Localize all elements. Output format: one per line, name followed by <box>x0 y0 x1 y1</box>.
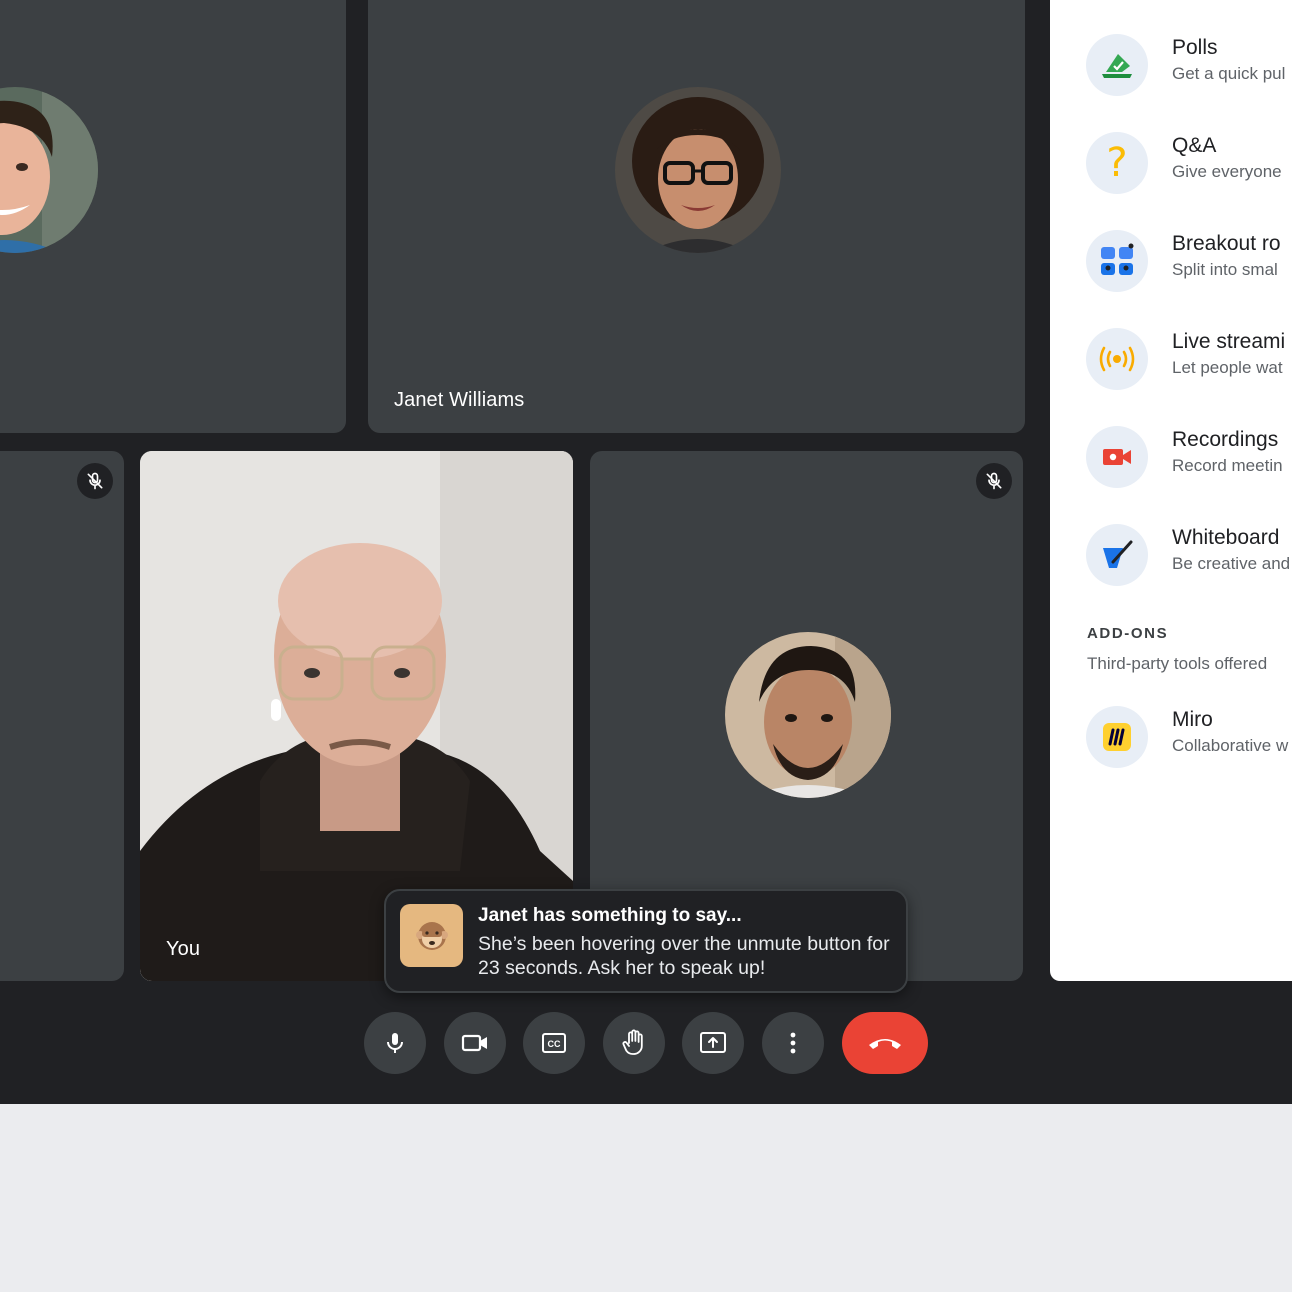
addon-item-miro[interactable]: Miro Collaborative w <box>1086 706 1292 770</box>
activity-title: Whiteboard <box>1172 526 1280 549</box>
activity-subtitle: Record meetin <box>1172 456 1283 475</box>
muted-mic-icon <box>976 463 1012 499</box>
present-button[interactable] <box>682 1012 744 1074</box>
live-stream-icon <box>1086 328 1148 390</box>
whiteboard-icon <box>1086 524 1148 586</box>
breakout-rooms-icon <box>1086 230 1148 292</box>
participant-avatar-janet <box>615 87 781 253</box>
notification-body: She’s been hovering over the unmute butt… <box>478 933 890 979</box>
microphone-button[interactable] <box>364 1012 426 1074</box>
more-options-button[interactable] <box>762 1012 824 1074</box>
activity-subtitle: Get a quick pul <box>1172 64 1286 83</box>
monkey-emoji-icon <box>400 904 463 967</box>
activity-subtitle: Be creative and <box>1172 554 1291 573</box>
notification-title: Janet has something to say... <box>478 905 742 926</box>
participant-tile-janet[interactable]: Janet Williams <box>368 0 1025 433</box>
addon-subtitle: Collaborative w <box>1172 736 1289 755</box>
camera-button[interactable] <box>444 1012 506 1074</box>
activity-title: Q&A <box>1172 134 1217 157</box>
miro-icon <box>1086 706 1148 768</box>
addons-heading: ADD-ONS <box>1087 625 1169 642</box>
activity-subtitle: Give everyone <box>1172 162 1282 181</box>
addon-title: Miro <box>1172 708 1213 731</box>
closed-captions-icon: CC <box>542 1033 566 1053</box>
mic-icon <box>387 1033 403 1053</box>
leave-call-button[interactable] <box>842 1012 928 1074</box>
participant-name-you: You <box>166 938 201 960</box>
muted-mic-icon <box>77 463 113 499</box>
hand-icon <box>622 1029 643 1055</box>
participant-avatar <box>0 87 98 253</box>
more-vert-icon <box>790 1032 796 1054</box>
activity-subtitle: Split into smal <box>1172 260 1278 279</box>
polls-icon <box>1086 34 1148 96</box>
present-screen-icon <box>700 1032 726 1053</box>
addons-subtitle: Third-party tools offered <box>1087 654 1268 673</box>
activity-item-qa[interactable]: ? Q&A Give everyone <box>1086 132 1292 196</box>
activity-item-breakout[interactable]: Breakout ro Split into smal <box>1086 230 1292 294</box>
activity-item-whiteboard[interactable]: Whiteboard Be creative and <box>1086 524 1292 588</box>
raise-hand-button[interactable] <box>603 1012 665 1074</box>
activity-title: Breakout ro <box>1172 232 1281 255</box>
participant-tile[interactable] <box>0 0 346 433</box>
activity-item-live-streaming[interactable]: Live streami Let people wat <box>1086 328 1292 392</box>
svg-text:CC: CC <box>548 1039 561 1049</box>
question-icon: ? <box>1086 132 1148 194</box>
activity-title: Live streami <box>1172 330 1286 353</box>
activity-title: Recordings <box>1172 428 1279 451</box>
participant-avatar <box>725 632 891 798</box>
activity-item-recordings[interactable]: Recordings Record meetin <box>1086 426 1292 490</box>
recording-icon <box>1086 426 1148 488</box>
page-background <box>0 1104 1292 1292</box>
activity-subtitle: Let people wat <box>1172 358 1283 377</box>
captions-button[interactable]: CC <box>523 1012 585 1074</box>
speak-up-notification[interactable]: Janet has something to say... She’s been… <box>384 889 908 993</box>
participant-name-janet: Janet Williams <box>394 389 525 411</box>
activities-panel: Polls Get a quick pul ? Q&A Give everyon… <box>1050 0 1292 981</box>
activity-item-polls[interactable]: Polls Get a quick pul <box>1086 34 1292 98</box>
end-call-icon <box>869 1039 901 1049</box>
call-controls: CC <box>0 1012 1292 1074</box>
activity-title: Polls <box>1172 36 1218 59</box>
video-camera-icon <box>461 1034 487 1052</box>
meeting-stage: Janet Williams You Janet has something t… <box>0 0 1292 1104</box>
participant-tile[interactable] <box>0 451 124 981</box>
